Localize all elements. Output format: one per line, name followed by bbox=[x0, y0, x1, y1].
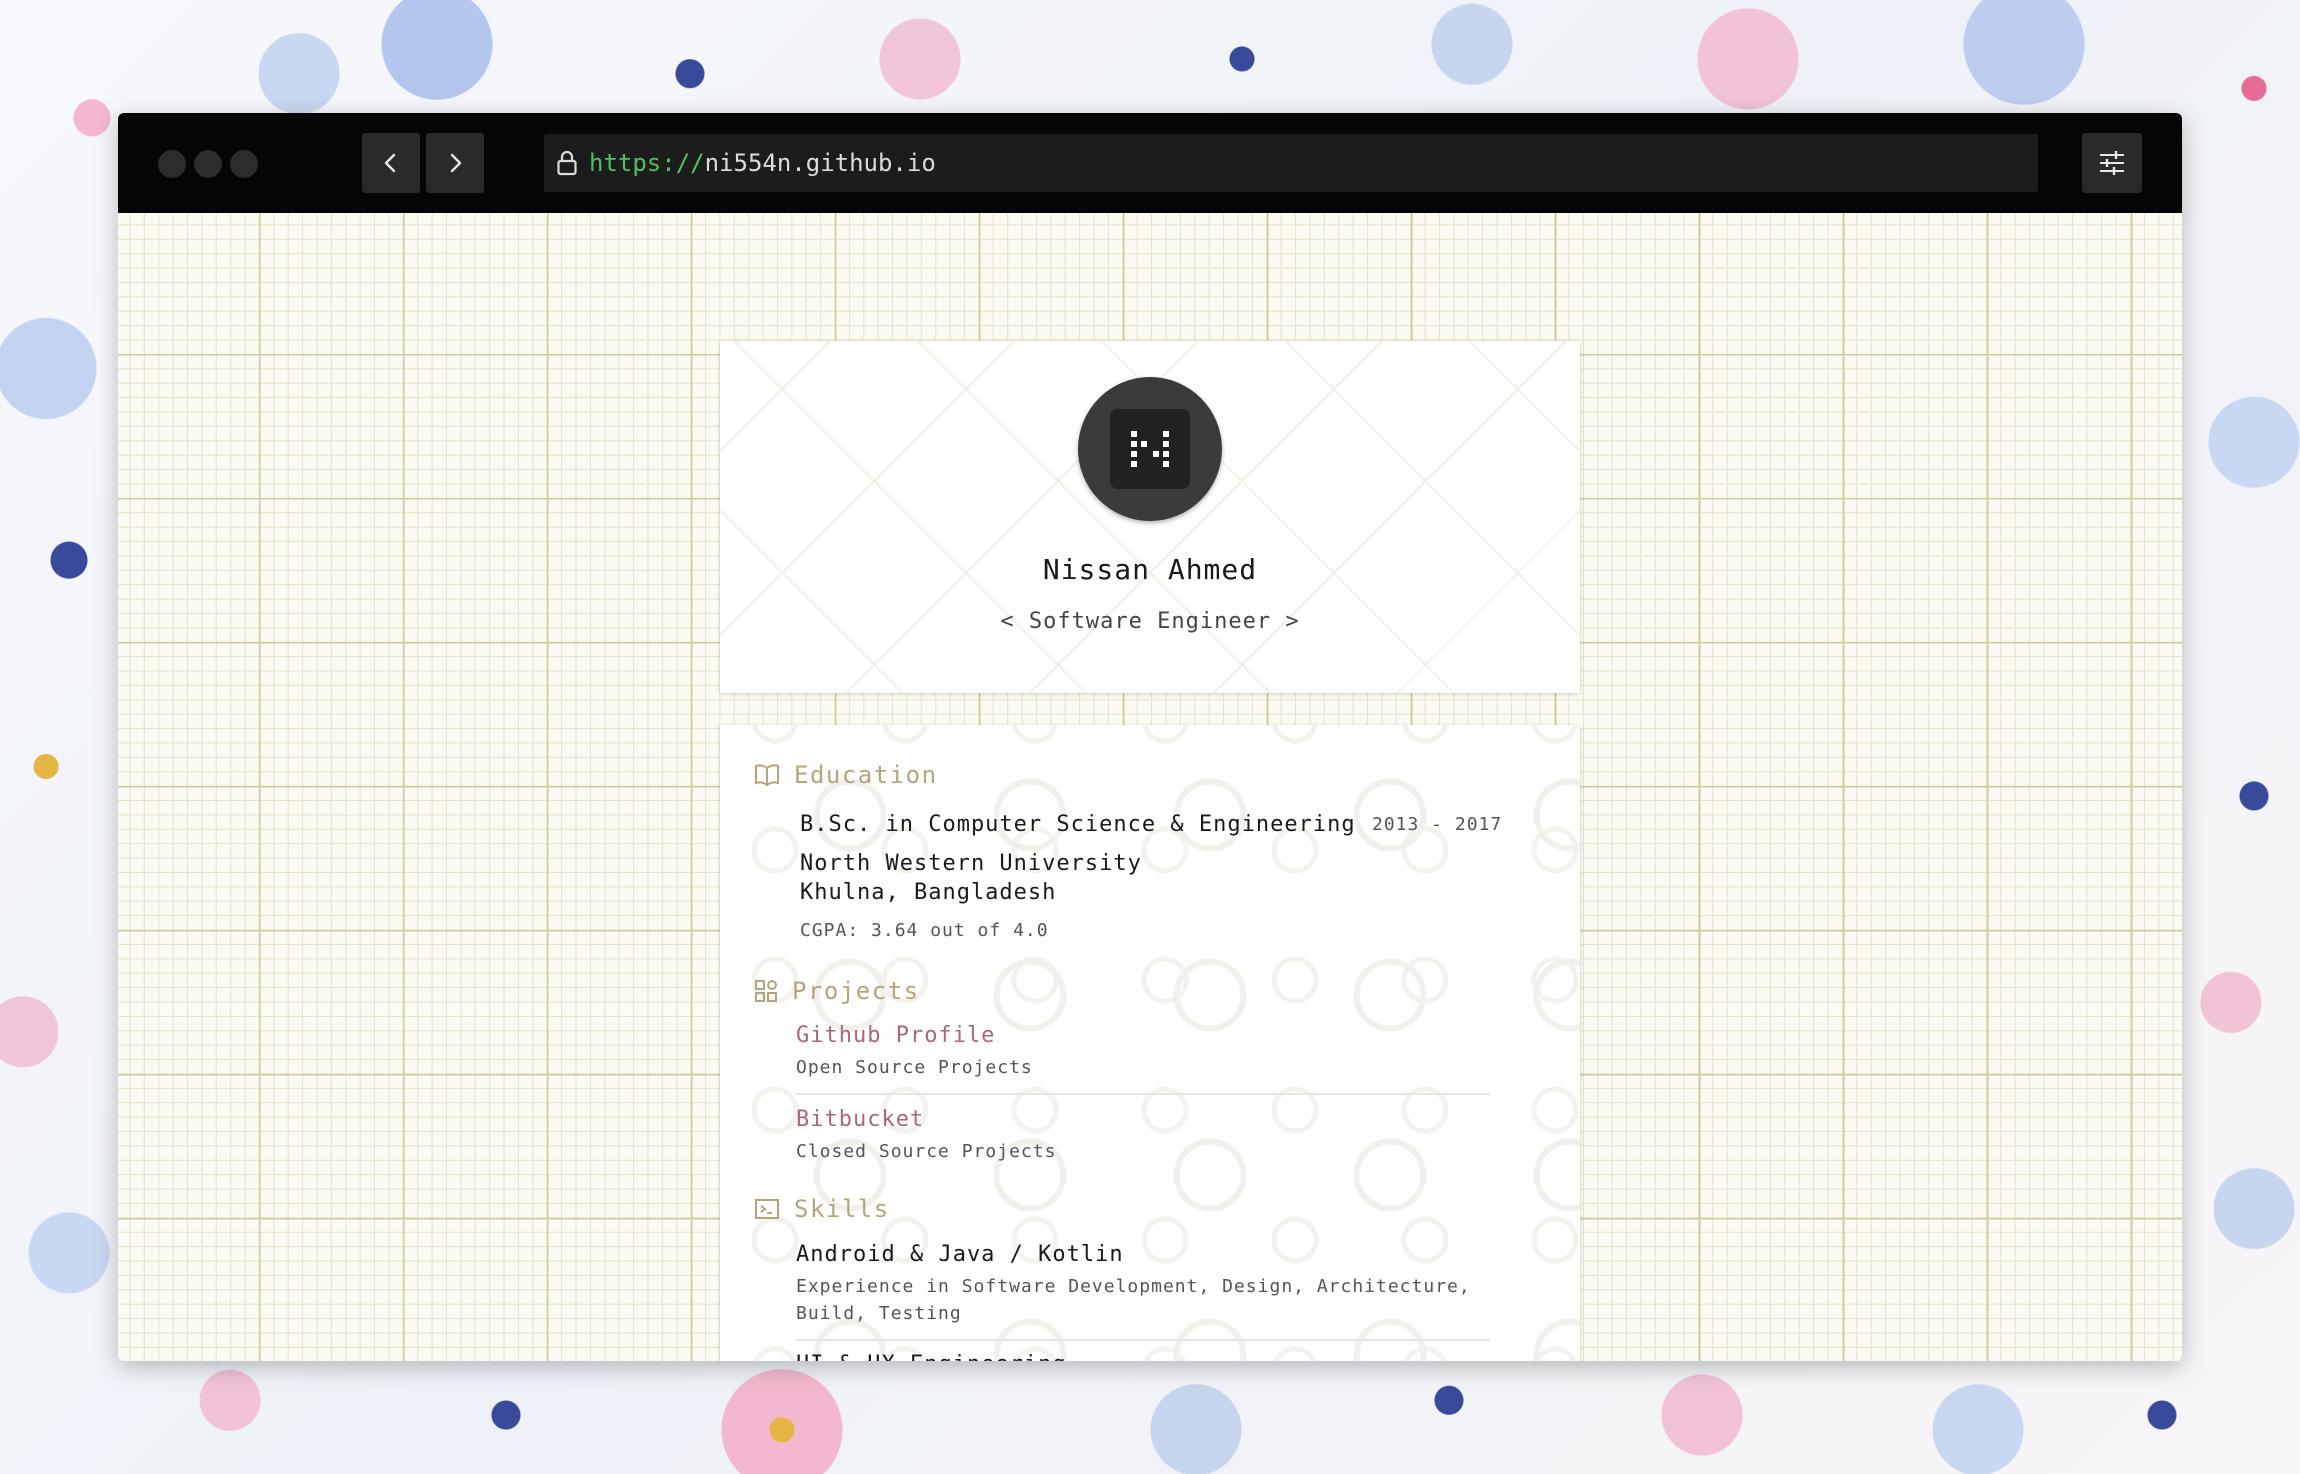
back-button[interactable] bbox=[362, 133, 420, 193]
skill-title-ui-ux: UI & UX Engineering bbox=[796, 1352, 1067, 1361]
skill-description-line-2: Build, Testing bbox=[796, 1303, 962, 1324]
skills-heading-label: Skills bbox=[794, 1195, 890, 1223]
profile-title: < Software Engineer > bbox=[1000, 609, 1300, 634]
education-location: Khulna, Bangladesh bbox=[800, 880, 1057, 905]
chevron-right-icon bbox=[450, 153, 462, 173]
resume-card: Education B.Sc. in Computer Science & En… bbox=[720, 725, 1580, 1361]
project-link-bitbucket[interactable]: Bitbucket bbox=[796, 1107, 924, 1132]
skills-heading: Skills bbox=[754, 1195, 890, 1223]
education-years: 2013 - 2017 bbox=[1372, 814, 1503, 835]
project-description-bitbucket: Closed Source Projects bbox=[796, 1141, 1057, 1162]
projects-heading: Projects bbox=[754, 977, 920, 1005]
project-description-github: Open Source Projects bbox=[796, 1057, 1033, 1078]
address-bar[interactable]: https:// ni554n.github.io bbox=[544, 134, 2038, 192]
browser-titlebar: https:// ni554n.github.io bbox=[118, 113, 2182, 213]
profile-name: Nissan Ahmed bbox=[1042, 553, 1258, 586]
book-icon bbox=[755, 764, 779, 787]
url-scheme: https:// bbox=[589, 149, 705, 177]
browser-window: https:// ni554n.github.io Nissan Ahmed <… bbox=[118, 113, 2182, 1361]
terminal-icon bbox=[755, 1199, 779, 1219]
avatar bbox=[1078, 377, 1222, 521]
sliders-icon bbox=[2100, 151, 2124, 175]
education-heading: Education bbox=[754, 761, 938, 789]
window-maximize-dot[interactable] bbox=[230, 150, 258, 178]
url-host: ni554n.github.io bbox=[704, 149, 936, 177]
grid-icon bbox=[755, 980, 777, 1002]
forward-button[interactable] bbox=[426, 133, 484, 193]
projects-heading-label: Projects bbox=[792, 977, 920, 1005]
window-close-dot[interactable] bbox=[158, 150, 186, 178]
project-divider bbox=[796, 1093, 1490, 1095]
skill-divider bbox=[796, 1339, 1490, 1341]
education-degree: B.Sc. in Computer Science & Engineering bbox=[800, 812, 1356, 837]
education-heading-label: Education bbox=[794, 761, 938, 789]
education-university: North Western University bbox=[800, 851, 1142, 876]
skill-title-android: Android & Java / Kotlin bbox=[796, 1242, 1124, 1267]
chevron-left-icon bbox=[384, 153, 396, 173]
window-minimize-dot[interactable] bbox=[194, 150, 222, 178]
lock-icon bbox=[555, 150, 579, 176]
project-link-github[interactable]: Github Profile bbox=[796, 1023, 995, 1048]
profile-card: Nissan Ahmed < Software Engineer > bbox=[720, 341, 1580, 693]
settings-menu-button[interactable] bbox=[2082, 133, 2142, 193]
logo-icon bbox=[1110, 409, 1190, 489]
skill-description-line-1: Experience in Software Development, Desi… bbox=[796, 1276, 1471, 1297]
education-cgpa: CGPA: 3.64 out of 4.0 bbox=[800, 920, 1049, 941]
